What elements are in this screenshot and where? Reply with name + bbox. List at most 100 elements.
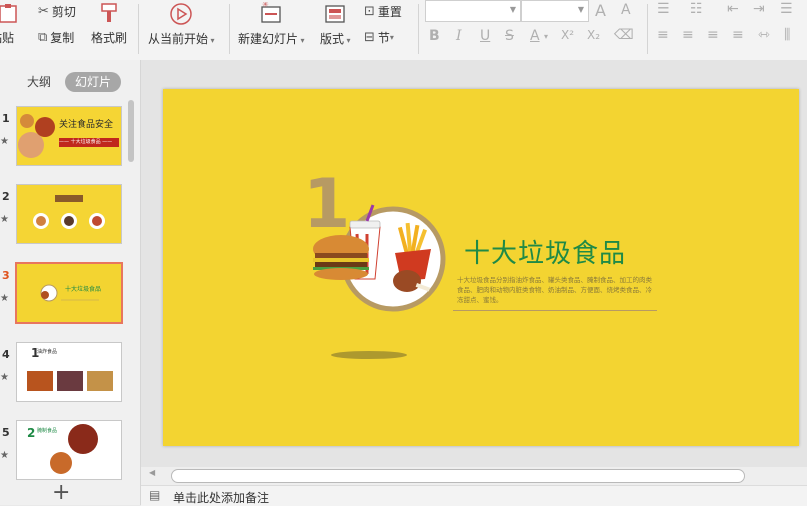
format-painter-icon: [101, 3, 117, 22]
align-center-icon[interactable]: ≡: [682, 27, 694, 43]
cut-button[interactable]: ✂ 剪切: [38, 3, 76, 20]
bullet-list-icon[interactable]: ☰: [657, 1, 670, 17]
fast-food-illustration: [313, 204, 446, 312]
add-slide-button[interactable]: +: [52, 480, 70, 505]
subscript-button[interactable]: X₂: [587, 28, 600, 42]
slide-thumbnail[interactable]: 油炸食品 1: [16, 342, 122, 402]
play-icon: [170, 3, 193, 25]
reset-label: 重置: [377, 5, 402, 19]
superscript-button[interactable]: X²: [561, 28, 574, 42]
font-grow-button[interactable]: A: [595, 1, 606, 20]
section-button[interactable]: ⊟ 节 ▾: [364, 29, 394, 46]
star-icon: ★: [0, 214, 9, 225]
paste-icon: [0, 4, 17, 23]
slide-thumbnail[interactable]: 腌制食品 2: [16, 420, 122, 480]
star-icon: ★: [0, 450, 9, 461]
ribbon-toolbar: 粘贴 ✂ 剪切 ⧉ 复制 格式刷 从当前开始 ▾ ✳ 新建幻灯片 ▾ 版式 ▾ …: [0, 0, 807, 61]
slide-thumbnail-row[interactable]: 1 ★ 关注食品安全 —— 十大垃圾食品 ——: [0, 106, 130, 172]
chevron-down-icon: ▾: [544, 32, 549, 41]
current-slide[interactable]: 1 十大垃圾食品 十大垃圾食品分别指油炸食品、罐头类食品、腌制食品、加工的肉类食…: [163, 89, 799, 446]
layout-button[interactable]: 版式 ▾: [320, 2, 351, 47]
eraser-icon[interactable]: ⌫: [614, 27, 634, 43]
font-name-select[interactable]: ▼: [425, 0, 521, 22]
new-slide-label: 新建幻灯片: [238, 32, 299, 46]
ribbon-divider: [418, 4, 419, 54]
food-icons-image: [33, 195, 105, 229]
slide-thumbnail-row[interactable]: 3 ★ 十大垃圾食品: [0, 262, 130, 329]
section-icon: ⊟: [364, 30, 375, 45]
notes-bar[interactable]: ▤ 单击此处添加备注: [141, 485, 807, 506]
thumb-title: 关注食品安全: [59, 120, 114, 130]
tab-outline[interactable]: 大纲: [18, 72, 60, 92]
notes-placeholder[interactable]: 单击此处添加备注: [173, 489, 269, 506]
slide-number: 4: [2, 348, 10, 361]
layout-icon: [325, 5, 345, 23]
ribbon-divider: [138, 4, 139, 54]
line-spacing-icon[interactable]: ☰: [780, 1, 793, 17]
chevron-down-icon: ▼: [509, 5, 516, 14]
new-slide-button[interactable]: ✳ 新建幻灯片 ▾: [238, 2, 305, 47]
slide-number: 3: [2, 269, 10, 282]
format-painter-label: 格式刷: [91, 31, 128, 45]
chevron-down-icon: ▾: [344, 36, 351, 45]
chevron-down-icon: ▼: [577, 5, 584, 14]
food-photos-image: 1: [27, 346, 113, 391]
slide-number: 5: [2, 426, 10, 439]
thumb-title: 腌制食品: [37, 428, 58, 434]
copy-icon: ⧉: [38, 30, 48, 45]
tab-slides[interactable]: 幻灯片: [65, 72, 121, 92]
slide-body-text[interactable]: 十大垃圾食品分别指油炸食品、罐头类食品、腌制食品、加工的肉类食品、肥肉和动物内脏…: [457, 275, 657, 305]
justify-icon[interactable]: ≡: [732, 27, 744, 43]
format-painter-button[interactable]: 格式刷: [91, 2, 127, 46]
slide-thumbnail-selected[interactable]: 十大垃圾食品: [15, 262, 123, 324]
thumb-title: 十大垃圾食品: [65, 286, 102, 293]
star-icon: ★: [0, 372, 9, 383]
notes-icon: ▤: [149, 488, 161, 502]
divider-line: [453, 310, 657, 311]
scissors-icon: ✂: [38, 4, 49, 19]
slide-thumbnail[interactable]: 关注食品安全 —— 十大垃圾食品 ——: [16, 106, 122, 166]
slide-thumbnail[interactable]: [16, 184, 122, 244]
distribute-icon[interactable]: ⇿: [758, 27, 770, 43]
indent-increase-icon[interactable]: ⇥: [753, 1, 765, 17]
scrollbar-thumb[interactable]: [171, 469, 745, 483]
underline-button[interactable]: U: [480, 28, 490, 44]
paste-button[interactable]: 粘贴: [0, 2, 20, 46]
font-color-button[interactable]: A: [530, 28, 540, 44]
text-direction-icon[interactable]: ⫼: [784, 27, 790, 43]
food-image: [40, 284, 99, 302]
copy-label: 复制: [50, 31, 75, 45]
chevron-left-icon[interactable]: ◀: [149, 468, 155, 477]
chevron-down-icon: ▾: [208, 36, 215, 45]
star-icon: ★: [0, 293, 9, 304]
svg-text:2: 2: [27, 426, 35, 440]
bold-button[interactable]: B: [429, 28, 440, 44]
new-slide-icon: ✳: [261, 2, 281, 23]
numbered-list-icon[interactable]: ☷: [690, 1, 703, 17]
align-right-icon[interactable]: ≡: [707, 27, 719, 43]
align-left-icon[interactable]: ≡: [657, 27, 669, 43]
slide-number: 1: [2, 112, 10, 125]
font-size-select[interactable]: ▼: [521, 0, 589, 22]
font-shrink-button[interactable]: A: [621, 2, 631, 18]
slide-thumbnail-row[interactable]: 4 ★ 油炸食品 1: [0, 342, 130, 408]
italic-button[interactable]: I: [456, 28, 462, 44]
slide-thumbnail-row[interactable]: 5 ★ 腌制食品 2: [0, 420, 130, 486]
section-label: 节: [377, 31, 390, 45]
slide-thumbnail-row[interactable]: 2 ★: [0, 184, 130, 250]
horizontal-scrollbar[interactable]: ◀: [141, 467, 807, 485]
thumb-subtitle: —— 十大垃圾食品 ——: [59, 138, 119, 147]
strikethrough-button[interactable]: S: [505, 28, 514, 44]
indent-decrease-icon[interactable]: ⇤: [727, 1, 739, 17]
slide-number: 2: [2, 190, 10, 203]
food-image: [18, 114, 55, 158]
cut-label: 剪切: [51, 5, 76, 19]
chevron-down-icon: ▾: [298, 36, 305, 45]
copy-button[interactable]: ⧉ 复制: [38, 29, 74, 46]
reset-button[interactable]: ⊡ 重置: [364, 3, 402, 20]
play-from-current-button[interactable]: 从当前开始 ▾: [148, 2, 215, 47]
thumb-title: 油炸食品: [37, 349, 58, 355]
slide-title[interactable]: 十大垃圾食品: [464, 233, 626, 270]
thumbnail-scrollbar[interactable]: [128, 100, 134, 162]
paste-label: 粘贴: [0, 31, 15, 45]
